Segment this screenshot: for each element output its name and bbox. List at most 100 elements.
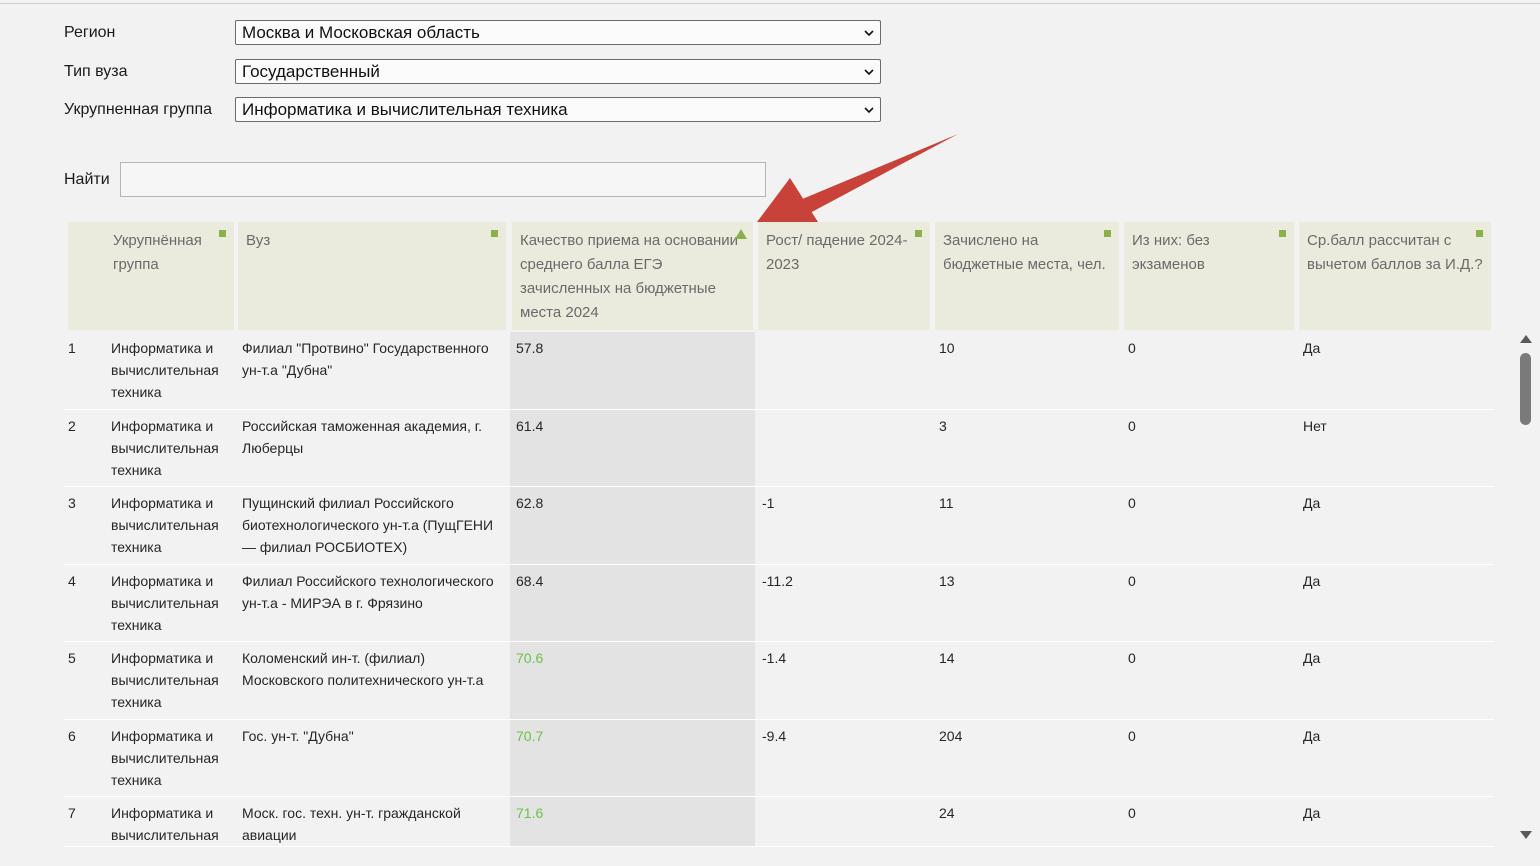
- table-row[interactable]: 4 Информатика и вычислительная техника Ф…: [64, 565, 1494, 642]
- cell-enrolled: 11: [939, 495, 954, 511]
- scrollbar-thumb[interactable]: [1520, 353, 1531, 425]
- table-header: Укрупнённая группа Вуз Качество приема н…: [64, 222, 1494, 332]
- filter-group-row: Укрупненная группа Информатика и вычисли…: [64, 97, 881, 122]
- cell-quality: 61.4: [516, 417, 544, 434]
- header-no-exams[interactable]: Из них: без экзаменов: [1124, 222, 1294, 330]
- cell-group: Информатика и вычислительная техника: [111, 495, 219, 555]
- sort-ascending-icon: [735, 229, 747, 239]
- header-group-label: Укрупнённая группа: [113, 232, 202, 273]
- filter-region-row: Регион Москва и Московская область: [64, 20, 881, 45]
- cell-no-exams: 0: [1128, 727, 1136, 744]
- header-university-label: Вуз: [246, 232, 271, 249]
- scroll-up-arrow-icon[interactable]: [1520, 335, 1532, 343]
- header-growth-label: Рост/ падение 2024-2023: [766, 232, 908, 273]
- header-group[interactable]: Укрупнённая группа: [68, 222, 234, 330]
- sort-indicator-icon: [1279, 230, 1286, 237]
- row-number: 7: [68, 805, 76, 821]
- cell-university: Гос. ун-т. "Дубна": [242, 727, 354, 744]
- search-input[interactable]: [120, 162, 766, 197]
- cell-no-exams: 0: [1128, 805, 1136, 821]
- chevron-down-icon: [864, 107, 874, 114]
- header-id-deducted-label: Ср.балл рассчитан с вычетом баллов за И.…: [1307, 232, 1483, 273]
- university-type-select[interactable]: Государственный: [235, 59, 881, 84]
- row-number: 6: [68, 727, 76, 744]
- table-row[interactable]: 7 Информатика и вычислительная Моск. гос…: [64, 797, 1494, 847]
- sort-indicator-icon: [219, 230, 226, 237]
- cell-growth: -9.4: [762, 727, 787, 744]
- arrow-head: [757, 178, 818, 222]
- row-number: 5: [68, 650, 76, 666]
- cell-quality: 68.4: [516, 572, 544, 589]
- search-label: Найти: [64, 170, 110, 188]
- header-no-exams-label: Из них: без экзаменов: [1132, 232, 1210, 273]
- group-select-value: Информатика и вычислительная техника: [242, 100, 568, 119]
- cell-quality: 70.6: [516, 650, 544, 666]
- filter-group-label: Укрупненная группа: [64, 100, 213, 118]
- table-row[interactable]: 5 Информатика и вычислительная техника К…: [64, 642, 1494, 720]
- cell-group: Информатика и вычислительная техника: [111, 650, 219, 710]
- cell-no-exams: 0: [1128, 650, 1136, 666]
- top-divider: [0, 3, 1540, 4]
- region-select[interactable]: Москва и Московская область: [235, 20, 881, 45]
- header-enrolled-label: Зачислено на бюджетные места, чел.: [943, 232, 1106, 273]
- cell-group: Информатика и вычислительная техника: [111, 572, 219, 633]
- header-quality-label: Качество приема на основании среднего ба…: [520, 232, 739, 321]
- filter-type-row: Тип вуза Государственный: [64, 59, 881, 84]
- header-enrolled[interactable]: Зачислено на бюджетные места, чел.: [935, 222, 1119, 330]
- cell-id-deducted: Нет: [1303, 417, 1327, 434]
- table-row[interactable]: 1 Информатика и вычислительная техника Ф…: [64, 332, 1494, 410]
- header-growth[interactable]: Рост/ падение 2024-2023: [758, 222, 930, 330]
- group-select[interactable]: Информатика и вычислительная техника: [235, 97, 881, 122]
- cell-no-exams: 0: [1128, 572, 1136, 589]
- cell-growth: -1.4: [762, 650, 787, 666]
- cell-quality: 71.6: [516, 805, 544, 821]
- filter-type-label: Тип вуза: [64, 62, 128, 80]
- header-id-deducted[interactable]: Ср.балл рассчитан с вычетом баллов за И.…: [1299, 222, 1491, 330]
- table-row[interactable]: 2 Информатика и вычислительная техника Р…: [64, 410, 1494, 487]
- scroll-down-arrow-icon[interactable]: [1520, 831, 1532, 839]
- row-number: 1: [68, 340, 76, 356]
- cell-enrolled: 13: [939, 572, 955, 589]
- cell-id-deducted: Да: [1303, 572, 1321, 589]
- cell-no-exams: 0: [1128, 417, 1136, 434]
- sort-indicator-icon: [1104, 230, 1111, 237]
- cell-university: Филиал "Протвино" Государственного ун-т.…: [242, 340, 489, 378]
- cell-id-deducted: Да: [1303, 340, 1321, 356]
- cell-growth: -1: [762, 495, 775, 511]
- arrow-shaft: [800, 134, 958, 214]
- cell-id-deducted: Да: [1303, 727, 1321, 744]
- results-table: Укрупнённая группа Вуз Качество приема н…: [64, 222, 1494, 847]
- table-row[interactable]: 6 Информатика и вычислительная техника Г…: [64, 720, 1494, 797]
- cell-id-deducted: Да: [1303, 650, 1321, 666]
- cell-university: Филиал Российского технологического ун-т…: [242, 572, 494, 611]
- university-type-select-value: Государственный: [242, 62, 380, 81]
- sort-indicator-icon: [915, 230, 922, 237]
- cell-quality: 70.7: [516, 727, 544, 744]
- cell-university: Пущинский филиал Российского биотехнолог…: [242, 495, 494, 555]
- cell-growth: -11.2: [762, 572, 793, 589]
- cell-enrolled: 14: [939, 650, 955, 666]
- cell-group: Информатика и вычислительная техника: [111, 340, 219, 400]
- cell-university: Моск. гос. техн. ун-т. гражданской авиац…: [242, 805, 461, 843]
- table-row[interactable]: 3 Информатика и вычислительная техника П…: [64, 487, 1494, 565]
- cell-no-exams: 0: [1128, 495, 1136, 511]
- filter-region-label: Регион: [64, 23, 116, 41]
- search-row: Найти: [64, 162, 766, 197]
- sort-indicator-icon: [491, 230, 498, 237]
- region-select-value: Москва и Московская область: [242, 23, 480, 42]
- cell-university: Коломенский ин-т. (филиал) Московского п…: [242, 650, 484, 688]
- table-scrollbar[interactable]: [1516, 333, 1536, 845]
- cell-id-deducted: Да: [1303, 495, 1321, 511]
- table-body: 1 Информатика и вычислительная техника Ф…: [64, 332, 1494, 847]
- sort-indicator-icon: [1476, 230, 1483, 237]
- header-university[interactable]: Вуз: [238, 222, 506, 330]
- row-number: 3: [68, 495, 76, 511]
- chevron-down-icon: [864, 30, 874, 37]
- header-quality[interactable]: Качество приема на основании среднего ба…: [512, 222, 753, 330]
- cell-id-deducted: Да: [1303, 805, 1321, 821]
- cell-university: Российская таможенная академия, г. Любер…: [242, 417, 483, 456]
- cell-enrolled: 204: [939, 727, 963, 744]
- cell-group: Информатика и вычислительная техника: [111, 417, 219, 478]
- cell-no-exams: 0: [1128, 340, 1136, 356]
- cell-enrolled: 24: [939, 805, 955, 821]
